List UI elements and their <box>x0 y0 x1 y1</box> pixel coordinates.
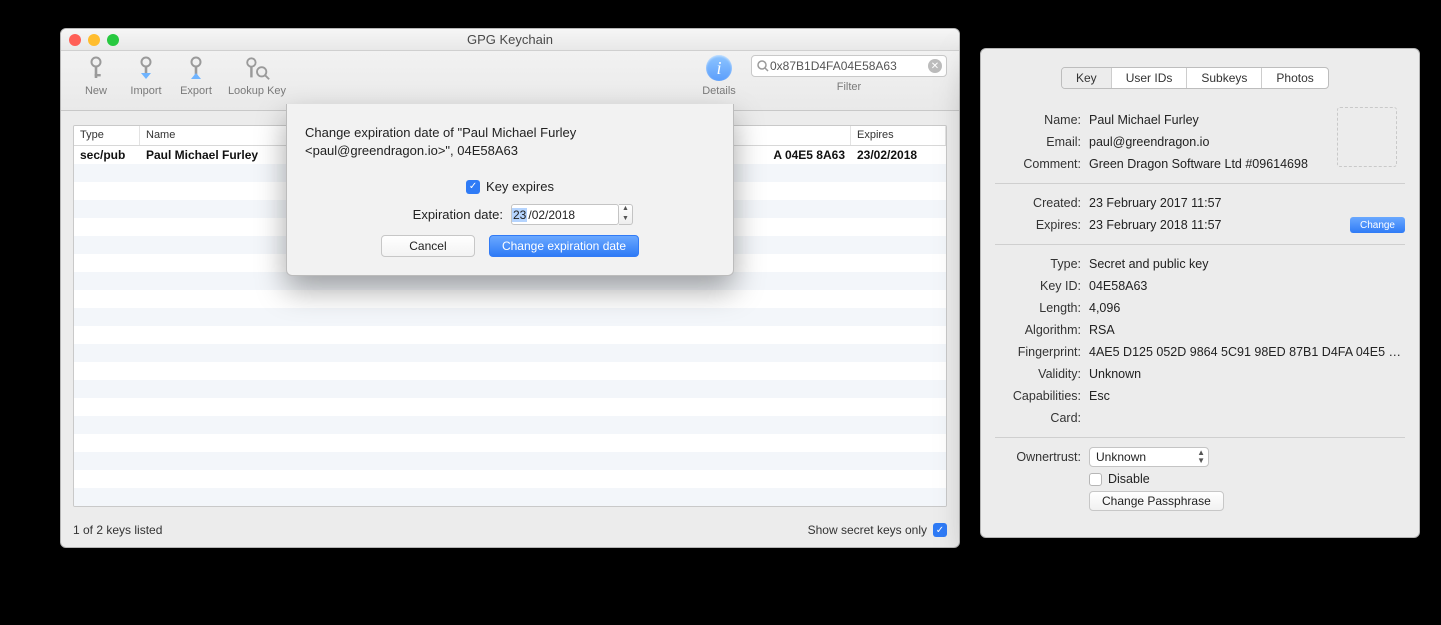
detail-type: Secret and public key <box>1089 257 1405 271</box>
col-type[interactable]: Type <box>74 126 140 145</box>
status-text: 1 of 2 keys listed <box>73 523 162 537</box>
sheet-title: Change expiration date of "Paul Michael … <box>305 124 715 159</box>
expiration-date-row: Expiration date: 23 /02/2018 ▲ ▼ <box>305 204 715 225</box>
change-expiration-button[interactable]: Change expiration date <box>489 235 639 257</box>
info-icon: i <box>706 55 732 81</box>
detail-name: Paul Michael Furley <box>1089 113 1405 127</box>
disable-checkbox[interactable] <box>1089 473 1102 486</box>
change-passphrase-button[interactable]: Change Passphrase <box>1089 491 1224 511</box>
tab-userids[interactable]: User IDs <box>1112 68 1188 88</box>
detail-validity: Unknown <box>1089 367 1405 381</box>
secret-only-toggle[interactable]: Show secret keys only ✓ <box>808 523 947 537</box>
tab-subkeys[interactable]: Subkeys <box>1187 68 1262 88</box>
detail-capabilities: Esc <box>1089 389 1405 403</box>
ownertrust-select[interactable]: Unknown ▲▼ <box>1089 447 1209 467</box>
detail-length: 4,096 <box>1089 301 1405 315</box>
detail-fingerprint: 4AE5 D125 052D 9864 5C91 98ED 87B1 D4FA … <box>1089 345 1405 359</box>
expiration-date-input[interactable]: 23 /02/2018 <box>511 204 619 225</box>
lookup-button[interactable]: Lookup Key <box>221 55 293 97</box>
minimize-icon[interactable] <box>88 34 100 46</box>
detail-created: 23 February 2017 11:57 <box>1089 196 1405 210</box>
detail-keyid: 04E58A63 <box>1089 279 1405 293</box>
export-button[interactable]: Export <box>171 55 221 97</box>
inspector-panel: Key User IDs Subkeys Photos Name:Paul Mi… <box>980 48 1420 538</box>
search-icon <box>756 59 770 73</box>
detail-algorithm: RSA <box>1089 323 1405 337</box>
tab-key[interactable]: Key <box>1062 68 1112 88</box>
key-expires-checkbox[interactable]: ✓ <box>466 180 480 194</box>
traffic-lights <box>69 34 119 46</box>
window-title: GPG Keychain <box>61 32 959 47</box>
key-in-icon <box>132 55 160 83</box>
inspector-tabs: Key User IDs Subkeys Photos <box>1061 67 1329 89</box>
detail-expires: 23 February 2018 11:57 <box>1089 218 1350 232</box>
search-field[interactable] <box>770 59 928 73</box>
toolbar: New Import Export Lookup Key i Details <box>61 51 959 111</box>
key-out-icon <box>182 55 210 83</box>
clear-search-icon[interactable]: ✕ <box>928 59 942 73</box>
checkbox-checked-icon: ✓ <box>933 523 947 537</box>
titlebar: GPG Keychain <box>61 29 959 51</box>
expiration-sheet: Change expiration date of "Paul Michael … <box>286 104 734 276</box>
key-details: Name:Paul Michael Furley Email:paul@gree… <box>995 109 1405 512</box>
cancel-button[interactable]: Cancel <box>381 235 475 257</box>
import-button[interactable]: Import <box>121 55 171 97</box>
change-expiry-button[interactable]: Change <box>1350 217 1405 233</box>
maximize-icon[interactable] <box>107 34 119 46</box>
col-expires[interactable]: Expires <box>851 126 946 145</box>
key-expires-row: ✓ Key expires <box>305 179 715 194</box>
date-stepper[interactable]: ▲ ▼ <box>619 204 633 225</box>
details-button[interactable]: i Details <box>689 55 749 97</box>
col-fingerprint[interactable] <box>716 126 851 145</box>
key-search-icon <box>243 55 271 83</box>
key-plus-icon <box>82 55 110 83</box>
chevron-up-icon: ▲ <box>619 205 632 215</box>
chevron-down-icon: ▼ <box>619 215 632 225</box>
detail-comment: Green Dragon Software Ltd #09614698 <box>1089 157 1405 171</box>
select-updown-icon: ▲▼ <box>1197 449 1205 465</box>
new-button[interactable]: New <box>71 55 121 97</box>
search-input[interactable]: ✕ <box>751 55 947 77</box>
detail-email: paul@greendragon.io <box>1089 135 1405 149</box>
filter-section: ✕ Filter <box>749 55 949 93</box>
tab-photos[interactable]: Photos <box>1262 68 1327 88</box>
close-icon[interactable] <box>69 34 81 46</box>
